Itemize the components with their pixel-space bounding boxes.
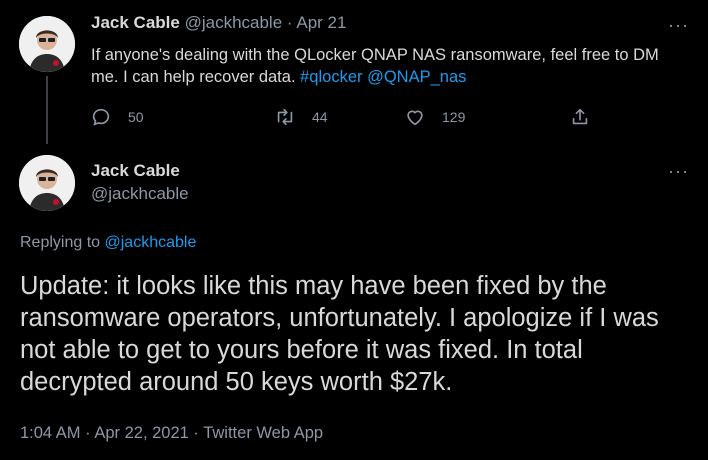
separator: ·	[286, 13, 293, 32]
avatar-image	[19, 155, 75, 211]
tweet-date[interactable]: Apr 22, 2021	[94, 424, 189, 442]
avatar-image	[19, 16, 75, 72]
tweet-text: Update: it looks like this may have been…	[20, 272, 659, 396]
hashtag-link[interactable]: #qlocker	[300, 68, 362, 86]
share-button[interactable]	[569, 106, 607, 128]
replying-to-link[interactable]: @jackhcable	[105, 234, 197, 251]
thread-connector	[46, 76, 48, 144]
replying-label: Replying to	[20, 234, 101, 251]
tweet-metadata: 1:04 AM · Apr 22, 2021 · Twitter Web App	[20, 424, 323, 443]
more-horizontal-icon[interactable]: ···	[668, 162, 688, 186]
heart-icon	[407, 110, 423, 126]
reply-icon	[92, 108, 110, 126]
share-icon	[572, 108, 588, 125]
tweet-source[interactable]: Twitter Web App	[203, 424, 323, 442]
tweet-text: If anyone's dealing with the QLocker QNA…	[91, 44, 681, 88]
mention-link[interactable]: @QNAP_nas	[367, 68, 466, 86]
reply-count: 50	[128, 109, 144, 125]
separator: ·	[85, 424, 91, 442]
more-horizontal-icon[interactable]: ···	[668, 16, 688, 40]
avatar[interactable]	[19, 16, 75, 72]
like-count: 129	[442, 109, 466, 125]
separator: ·	[193, 424, 199, 442]
retweet-icon	[277, 108, 293, 126]
tweet-time[interactable]: 1:04 AM	[20, 424, 81, 442]
tweet-header: Jack Cable @jackhcable · Apr 21	[91, 13, 346, 33]
author-handle[interactable]: @jackhcable	[91, 184, 189, 204]
author-name[interactable]: Jack Cable	[91, 13, 180, 32]
avatar[interactable]	[19, 155, 75, 211]
like-button[interactable]: 129	[404, 106, 465, 128]
tweet-date[interactable]: Apr 21	[296, 13, 346, 32]
retweet-button[interactable]: 44	[274, 106, 328, 128]
tweet-actions: 50 44 129	[86, 106, 606, 130]
retweet-count: 44	[312, 109, 328, 125]
replying-to: Replying to @jackhcable	[20, 234, 196, 252]
author-name[interactable]: Jack Cable	[91, 161, 180, 181]
reply-button[interactable]: 50	[90, 106, 144, 128]
author-handle[interactable]: @jackhcable	[185, 13, 283, 32]
